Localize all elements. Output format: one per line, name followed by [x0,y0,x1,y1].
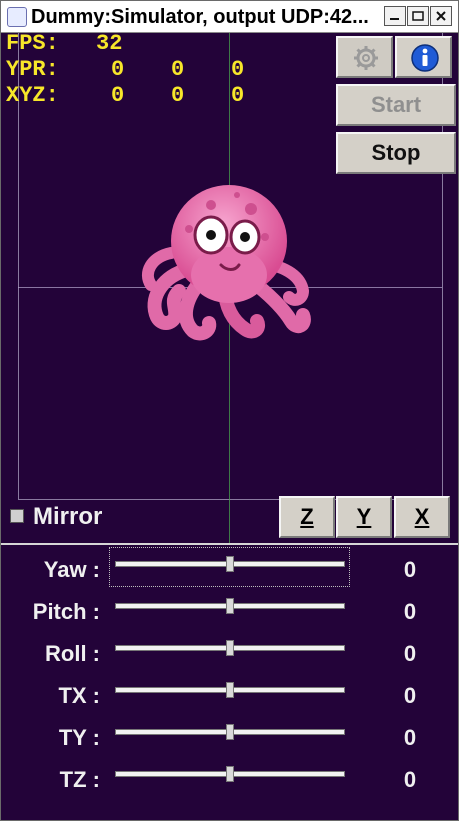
title-bar[interactable]: Dummy:Simulator, output UDP:42... [1,1,458,33]
slider-thumb[interactable] [226,724,234,740]
close-button[interactable] [430,6,452,26]
tx-value: 0 [403,683,417,708]
tx-label: TX : [58,683,100,708]
yaw-label: Yaw : [43,557,100,582]
xyz-label: XYZ: [6,83,59,108]
roll-value: 0 [403,641,417,666]
app-window: Dummy:Simulator, output UDP:42... FPS: 3… [0,0,459,821]
slider-thumb[interactable] [226,682,234,698]
slider-thumb[interactable] [226,598,234,614]
roll-label: Roll : [45,641,100,666]
octopus-model [141,185,311,341]
close-icon [436,11,446,21]
pitch-label: Pitch : [32,599,100,624]
ypr-label: YPR: [6,57,59,82]
ypr-pitch-value: 0 [171,57,185,82]
info-button[interactable] [395,36,452,78]
mirror-checkbox[interactable] [10,509,24,523]
ty-slider[interactable] [115,724,345,740]
xyz-z-value: 0 [231,83,245,108]
x-axis-button[interactable]: X [394,496,450,538]
tz-slider[interactable] [115,766,345,782]
gear-icon [354,46,378,70]
maximize-icon [412,11,424,21]
stop-button[interactable]: Stop [336,132,456,174]
fps-label: FPS: [6,31,59,56]
z-axis-button[interactable]: Z [279,496,335,538]
window-title: Dummy:Simulator, output UDP:42... [31,6,369,28]
fps-value: 32 [96,31,123,56]
mirror-label: Mirror [33,503,103,530]
ty-label: TY : [58,725,100,750]
pitch-slider[interactable] [115,598,345,614]
minimize-icon [390,18,399,20]
minimize-button[interactable] [384,6,406,26]
slider-thumb[interactable] [226,640,234,656]
slider-thumb[interactable] [226,766,234,782]
yaw-slider[interactable] [115,556,345,572]
settings-button[interactable] [336,36,393,78]
info-icon [411,44,439,72]
ypr-roll-value: 0 [231,57,245,82]
y-axis-button[interactable]: Y [336,496,392,538]
ypr-yaw-value: 0 [111,57,125,82]
app-icon [7,7,27,27]
ty-value: 0 [403,725,417,750]
pitch-value: 0 [403,599,417,624]
tx-slider[interactable] [115,682,345,698]
roll-slider[interactable] [115,640,345,656]
slider-thumb[interactable] [226,556,234,572]
xyz-y-value: 0 [171,83,185,108]
maximize-button[interactable] [407,6,429,26]
xyz-x-value: 0 [111,83,125,108]
tz-label: TZ : [59,767,100,792]
tz-value: 0 [403,767,417,792]
yaw-value: 0 [403,557,417,582]
start-button[interactable]: Start [336,84,456,126]
